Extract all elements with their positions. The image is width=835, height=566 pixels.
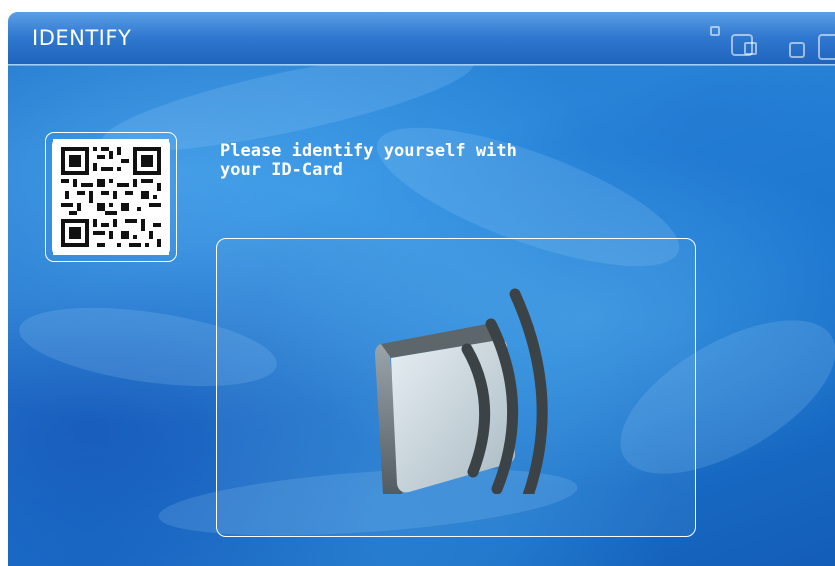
window-small-icon[interactable] (710, 26, 720, 36)
qr-code-frame (45, 132, 177, 262)
window-controls (698, 22, 835, 62)
instruction-line-1: Please identify yourself with (220, 141, 517, 161)
window-tiles-small-icon (744, 42, 757, 55)
window-restore-icon[interactable] (789, 42, 805, 58)
card-reader-panel[interactable] (216, 238, 696, 537)
identify-instruction: Please identify yourself with your ID-Ca… (220, 142, 640, 180)
identify-window: IDENTIFY Please identify yourself with y… (8, 12, 835, 566)
instruction-line-2: your ID-Card (220, 160, 343, 180)
window-title: IDENTIFY (32, 26, 132, 50)
contactless-card-icon (367, 284, 567, 515)
window-large-icon[interactable] (818, 34, 835, 60)
window-header: IDENTIFY (8, 12, 835, 65)
qr-code-icon (52, 139, 170, 255)
